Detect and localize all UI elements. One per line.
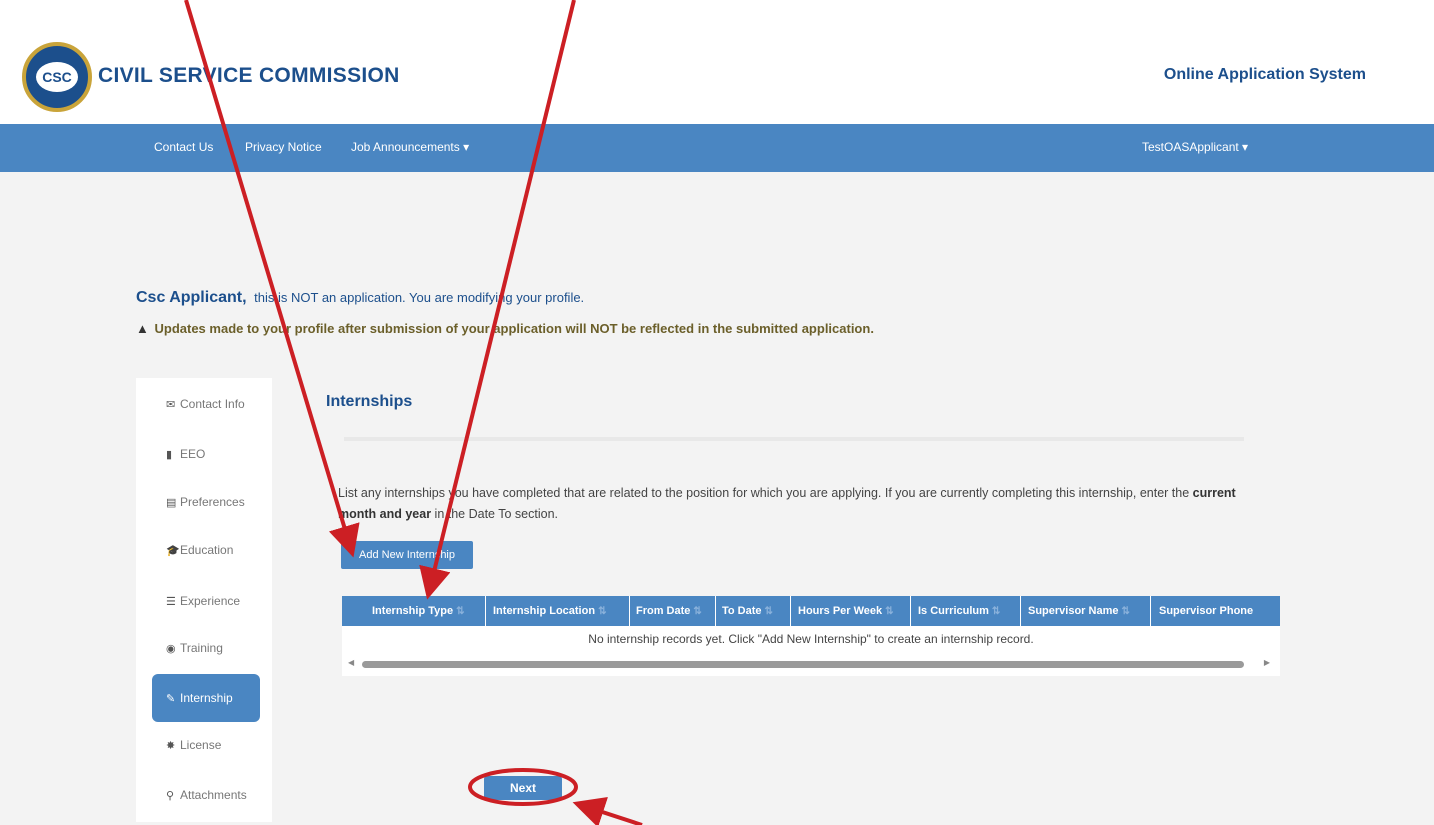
instructions-text-end: in the Date To section. (431, 507, 559, 521)
column-header-label: Is Curriculum (918, 605, 989, 617)
graduation-cap-icon: 🎓 (166, 545, 180, 557)
column-separator (1020, 596, 1021, 626)
sidebar-item-preferences[interactable]: ▤ Preferences (152, 481, 260, 523)
column-header-label: To Date (722, 605, 762, 617)
column-separator (1150, 596, 1151, 626)
wrench-icon: ✎ (166, 693, 176, 705)
column-separator (790, 596, 791, 626)
profile-sidebar: ✉ Contact Info ▮ EEO ▤ Preferences 🎓Educati… (136, 378, 272, 822)
scrollbar-thumb[interactable] (362, 661, 1244, 668)
sidebar-item-label: Internship (180, 691, 233, 705)
instructions-text: List any internships you have completed … (338, 486, 1193, 500)
sidebar-item-label: Preferences (180, 495, 245, 509)
add-new-internship-button[interactable]: Add New Internship (341, 541, 473, 569)
empty-table-message: No internship records yet. Click "Add Ne… (588, 632, 1034, 646)
sort-icon: ⇅ (1121, 606, 1130, 617)
sidebar-item-label: EEO (180, 447, 206, 461)
sidebar-item-education[interactable]: 🎓Education (152, 529, 260, 571)
bookmark-icon: ▮ (166, 449, 173, 461)
column-header-supervisor-name[interactable]: Supervisor Name ⇅ (1028, 596, 1130, 626)
section-divider (344, 437, 1244, 441)
column-header-label: Supervisor Name (1028, 605, 1119, 617)
column-header-label: Supervisor Phone (1159, 605, 1254, 617)
table-header: Internship Type ⇅ Internship Location ⇅ Fr… (342, 596, 1280, 626)
site-header: CSC CIVIL SERVICE COMMISSION Online Appl… (0, 0, 1434, 124)
column-header-label: Internship Location (493, 605, 596, 617)
sidebar-item-label: Experience (180, 594, 241, 608)
sort-icon: ⇅ (693, 606, 702, 617)
sidebar-item-license[interactable]: ✸ License (152, 724, 260, 766)
top-navbar: Contact Us Privacy Notice Job Announceme… (0, 124, 1434, 172)
nav-contact-us[interactable]: Contact Us (154, 140, 213, 154)
profile-notice-text: this is NOT an application. You are modi… (254, 290, 585, 305)
sidebar-item-label: Training (180, 641, 223, 655)
profile-warning: ▲ Updates made to your profile after sub… (136, 321, 874, 336)
annotation-arrow-next (572, 797, 643, 825)
column-header-to-date[interactable]: To Date ⇅ (722, 596, 773, 626)
list-icon: ▤ (166, 497, 177, 509)
sort-icon: ⇅ (764, 606, 773, 617)
column-header-supervisor-phone[interactable]: Supervisor Phone (1159, 596, 1253, 626)
eye-icon: ◉ (166, 643, 176, 655)
internship-table: Internship Type ⇅ Internship Location ⇅ Fr… (342, 596, 1280, 676)
profile-warning-text: Updates made to your profile after submi… (154, 321, 874, 336)
sort-icon: ⇅ (598, 606, 607, 617)
nav-job-announcements[interactable]: Job Announcements ▾ (351, 140, 469, 154)
csc-logo: CSC (22, 42, 92, 112)
profile-notice: Csc Applicant, this is NOT an applicatio… (136, 289, 584, 307)
sidebar-item-contact-info[interactable]: ✉ Contact Info (152, 383, 260, 425)
sidebar-item-attachments[interactable]: ⚲ Attachments (152, 774, 260, 816)
column-header-label: From Date (636, 605, 691, 617)
sidebar-item-experience[interactable]: ☰ Experience (152, 580, 260, 622)
nav-privacy-notice[interactable]: Privacy Notice (245, 140, 322, 154)
applicant-name: Csc Applicant, (136, 289, 247, 306)
column-header-internship-type[interactable]: Internship Type ⇅ (372, 596, 464, 626)
column-header-from-date[interactable]: From Date ⇅ (636, 596, 702, 626)
sidebar-item-eeo[interactable]: ▮ EEO (152, 433, 260, 475)
scroll-right-arrow-icon[interactable]: ▶ (1264, 658, 1270, 667)
user-menu[interactable]: TestOASApplicant ▾ (1142, 140, 1248, 154)
system-name: Online Application System (1163, 66, 1366, 83)
sort-icon: ⇅ (456, 606, 465, 617)
scroll-left-arrow-icon[interactable]: ◀ (348, 658, 354, 667)
sidebar-item-internship[interactable]: ✎ Internship (152, 674, 260, 722)
column-separator (910, 596, 911, 626)
column-header-hours-per-week[interactable]: Hours Per Week ⇅ (798, 596, 894, 626)
column-header-label: Internship Type (372, 605, 454, 617)
sidebar-item-label: Attachments (180, 788, 247, 802)
envelope-icon: ✉ (166, 399, 176, 411)
horizontal-scrollbar[interactable]: ◀ ▶ (342, 658, 1280, 670)
section-instructions: List any internships you have completed … (338, 483, 1268, 525)
column-header-is-curriculum[interactable]: Is Curriculum ⇅ (918, 596, 1000, 626)
sort-icon: ⇅ (991, 606, 1001, 617)
sidebar-item-label: Contact Info (180, 397, 245, 411)
sort-icon: ⇅ (885, 606, 894, 617)
column-separator (485, 596, 486, 626)
column-separator (715, 596, 716, 626)
briefcase-icon: ☰ (166, 596, 176, 608)
sidebar-item-label: Education (180, 543, 234, 557)
column-header-label: Hours Per Week (798, 605, 883, 617)
next-button[interactable]: Next (484, 776, 562, 800)
paperclip-icon: ⚲ (166, 790, 175, 802)
section-title: Internships (326, 393, 413, 410)
logo-text: CSC (36, 62, 78, 92)
certificate-icon: ✸ (166, 740, 176, 752)
sidebar-item-training[interactable]: ◉ Training (152, 627, 260, 669)
brand-title: CIVIL SERVICE COMMISSION (98, 64, 400, 87)
sidebar-item-label: License (180, 738, 222, 752)
column-header-internship-location[interactable]: Internship Location ⇅ (493, 596, 606, 626)
warning-icon: ▲ (136, 321, 149, 336)
column-separator (629, 596, 630, 626)
